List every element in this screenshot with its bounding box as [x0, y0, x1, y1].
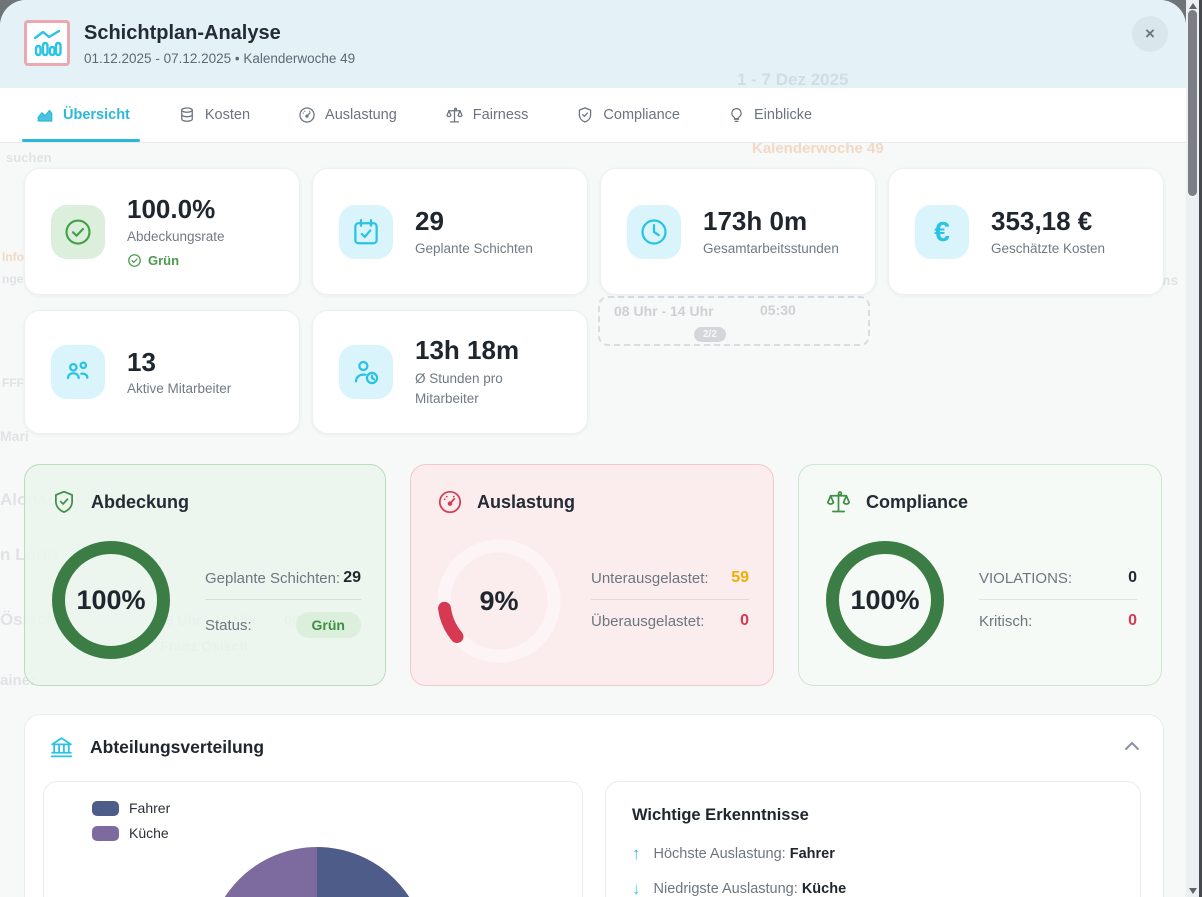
detail-row: Unterausgelastet: 59 — [591, 557, 749, 599]
stat-label: Ø Stunden pro Mitarbeiter — [415, 369, 565, 408]
calendar-check-icon — [339, 205, 393, 259]
schichtplan-analyse-modal: 1 - 7 Dez 2025 Kalenderwoche 49 suchen I… — [0, 0, 1186, 897]
stat-value: 100.0% — [127, 195, 225, 224]
tab-compliance[interactable]: Compliance — [576, 88, 680, 142]
status-pill: Grün — [296, 612, 361, 638]
section-title: Abteilungsverteilung — [90, 737, 264, 758]
scale-icon — [825, 489, 852, 516]
stat-value: 173h 0m — [703, 207, 839, 236]
stat-card-geplante-schichten: 29 Geplante Schichten — [312, 168, 588, 295]
department-chart-card: Fahrer Küche — [43, 781, 583, 897]
tab-einblicke[interactable]: Einblicke — [728, 88, 812, 142]
ghost-shift-time: 08 Uhr - 14 Uhr — [614, 303, 714, 319]
stat-card-gesamtarbeitsstunden: 173h 0m Gesamtarbeitsstunden — [600, 168, 876, 295]
shield-check-icon — [51, 489, 77, 515]
chevron-up-icon — [1123, 740, 1141, 752]
gauge-icon — [437, 489, 463, 515]
overview-chart-icon — [36, 106, 54, 124]
status-badge: Grün — [127, 253, 225, 268]
insights-card: Wichtige Erkenntnisse ↑ Höchste Auslastu… — [605, 781, 1141, 897]
stat-label: Geplante Schichten — [415, 241, 533, 256]
arrow-down-icon: ↓ — [632, 879, 641, 897]
tab-kosten[interactable]: Kosten — [178, 88, 250, 142]
department-donut-chart — [207, 847, 427, 897]
clock-icon — [627, 205, 681, 259]
scrollbar-thumb[interactable] — [1188, 10, 1197, 196]
arrow-up-icon: ↑ — [632, 844, 641, 864]
date-range-subtitle: 01.12.2025 - 07.12.2025 • Kalenderwoche … — [84, 51, 355, 66]
panel-title-row: Auslastung — [437, 489, 575, 515]
legend-swatch — [92, 801, 119, 816]
stat-value: 29 — [415, 207, 533, 236]
panel-detail-rows: Unterausgelastet: 59 Überausgelastet: 0 — [591, 557, 749, 642]
stat-value: 353,18 € — [991, 207, 1105, 236]
detail-row: Status: Grün — [205, 600, 361, 650]
lightbulb-icon — [728, 106, 745, 124]
scale-icon — [445, 106, 464, 125]
analysis-chart-icon — [24, 20, 70, 66]
insights-title: Wichtige Erkenntnisse — [632, 806, 1114, 825]
scrollbar-up-arrow[interactable] — [1189, 3, 1197, 9]
ghost-search-text: suchen — [6, 150, 52, 165]
stat-label: Geschätzte Kosten — [991, 241, 1105, 256]
stat-card-aktive-mitarbeiter: 13 Aktive Mitarbeiter — [24, 310, 300, 434]
insight-item: ↓ Niedrigste Auslastung: Küche — [632, 879, 1114, 897]
close-button[interactable]: × — [1132, 16, 1168, 52]
stat-value: 13 — [127, 348, 231, 377]
utilization-donut: 9% — [435, 537, 563, 665]
section-abteilungsverteilung: Abteilungsverteilung Fahrer Küche — [24, 714, 1164, 897]
panel-title-row: Compliance — [825, 489, 968, 516]
section-header: Abteilungsverteilung — [49, 735, 264, 760]
ghost-fragment: FFF — [2, 376, 24, 390]
check-circle-icon — [51, 205, 105, 259]
tab-auslastung[interactable]: Auslastung — [298, 88, 397, 142]
compliance-donut: 100% — [826, 541, 944, 659]
tab-uebersicht[interactable]: Übersicht — [36, 88, 130, 142]
check-circle-icon — [127, 253, 142, 268]
coverage-donut: 100% — [52, 541, 170, 659]
user-clock-icon — [339, 345, 393, 399]
detail-row: VIOLATIONS: 0 — [979, 557, 1137, 599]
legend-swatch — [92, 826, 119, 841]
insight-item: ↑ Höchste Auslastung: Fahrer — [632, 844, 1114, 864]
shield-check-icon — [576, 106, 594, 124]
panel-auslastung: Auslastung 9% Unterausgelastet: 59 Übera… — [410, 464, 774, 686]
panel-detail-rows: VIOLATIONS: 0 Kritisch: 0 — [979, 557, 1137, 642]
bank-icon — [49, 735, 74, 760]
page-title: Schichtplan-Analyse — [84, 22, 281, 45]
tab-fairness[interactable]: Fairness — [445, 88, 529, 142]
ghost-shift-start: 05:30 — [760, 302, 796, 318]
panel-title-row: Abdeckung — [51, 489, 189, 515]
collapse-section-button[interactable] — [1123, 739, 1141, 757]
ghost-date-range: 1 - 7 Dez 2025 — [737, 70, 849, 90]
tab-bar: Übersicht Kosten Auslastung — [0, 88, 1186, 143]
coins-icon — [178, 106, 196, 124]
detail-row: Kritisch: 0 — [979, 600, 1137, 642]
users-icon — [51, 345, 105, 399]
gauge-icon — [298, 106, 316, 124]
euro-icon: € — [915, 205, 969, 259]
stat-label: Abdeckungsrate — [127, 229, 225, 244]
scrollbar-down-arrow[interactable] — [1189, 888, 1197, 894]
close-icon: × — [1145, 24, 1155, 44]
ghost-name: Mari — [0, 428, 29, 444]
ghost-info-text: Info — [2, 250, 24, 264]
stat-card-stunden-pro-mitarbeiter: 13h 18m Ø Stunden pro Mitarbeiter — [312, 310, 588, 434]
screen: 1 - 7 Dez 2025 Kalenderwoche 49 suchen I… — [0, 0, 1202, 897]
stat-label: Aktive Mitarbeiter — [127, 381, 231, 396]
panel-detail-rows: Geplante Schichten: 29 Status: Grün — [205, 557, 361, 650]
detail-row: Geplante Schichten: 29 — [205, 557, 361, 599]
stat-card-geschaetzte-kosten: € 353,18 € Geschätzte Kosten — [888, 168, 1164, 295]
legend-item-fahrer: Fahrer — [92, 800, 170, 816]
stat-value: 13h 18m — [415, 336, 565, 365]
stat-card-abdeckungsrate: 100.0% Abdeckungsrate Grün — [24, 168, 300, 295]
stat-label: Gesamtarbeitsstunden — [703, 241, 839, 256]
panel-compliance: Compliance 100% VIOLATIONS: 0 Kritisch: … — [798, 464, 1162, 686]
legend-item-kueche: Küche — [92, 825, 170, 841]
chart-legend: Fahrer Küche — [92, 800, 170, 841]
detail-row: Überausgelastet: 0 — [591, 600, 749, 642]
ghost-count-pill: 2/2 — [694, 327, 726, 342]
panel-abdeckung: Abdeckung 100% Geplante Schichten: 29 St… — [24, 464, 386, 686]
